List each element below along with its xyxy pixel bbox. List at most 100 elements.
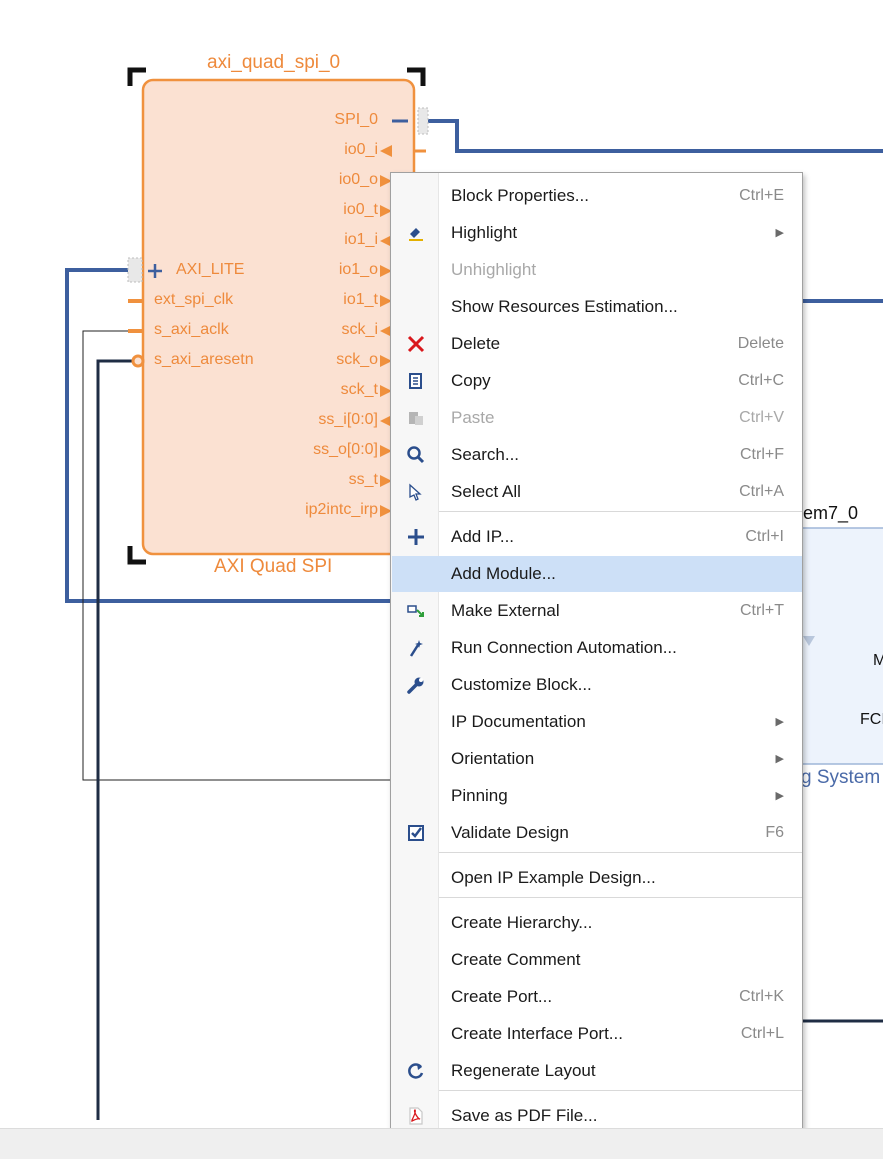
submenu-arrow-icon: ▶	[775, 753, 784, 765]
menu-item-copy[interactable]: Copy Ctrl+C	[392, 363, 802, 399]
context-menu: Block Properties... Ctrl+E Highlight ▶ Unhig…	[390, 172, 803, 1136]
port-io0-i[interactable]: io0_i	[344, 141, 378, 159]
menu-item-shortcut: Ctrl+I	[745, 528, 784, 545]
selection-corner-tl	[127, 67, 146, 86]
menu-item-label: Pinning	[451, 786, 508, 805]
menu-item-label: Delete	[451, 334, 501, 353]
port-axi-lite[interactable]: AXI_LITE	[176, 261, 244, 279]
port-ext-spi-clk[interactable]: ext_spi_clk	[154, 291, 233, 309]
zynq-port-label-2: FCI	[860, 711, 883, 728]
port-s-axi-aclk[interactable]: s_axi_aclk	[154, 321, 229, 339]
port-io0-o[interactable]: io0_o	[339, 171, 378, 189]
menu-separator	[439, 1090, 802, 1091]
menu-item-shortcut: F6	[765, 824, 784, 841]
menu-item-customize-block[interactable]: Customize Block...	[392, 667, 802, 703]
menu-item-create-port[interactable]: Create Port... Ctrl+K	[392, 979, 802, 1015]
menu-item-shortcut: Ctrl+F	[740, 446, 784, 463]
menu-item-label: Customize Block...	[451, 675, 592, 694]
status-bar	[0, 1128, 883, 1159]
menu-item-label: Open IP Example Design...	[451, 868, 656, 887]
menu-item-delete[interactable]: Delete Delete	[392, 326, 802, 362]
submenu-arrow-icon: ▶	[775, 790, 784, 802]
highlight-icon	[406, 223, 426, 243]
menu-item-shortcut: Delete	[737, 335, 784, 352]
menu-item-select-all[interactable]: Select All Ctrl+A	[392, 474, 802, 510]
menu-item-show-resources-estimation[interactable]: Show Resources Estimation...	[392, 289, 802, 325]
menu-item-make-external[interactable]: Make External Ctrl+T	[392, 593, 802, 629]
menu-item-label: Create Port...	[451, 987, 553, 1006]
menu-item-shortcut: Ctrl+T	[740, 602, 784, 619]
menu-item-search[interactable]: Search... Ctrl+F	[392, 437, 802, 473]
menu-item-label: Create Comment	[451, 950, 581, 969]
menu-item-ip-documentation[interactable]: IP Documentation ▶	[392, 704, 802, 740]
menu-item-regenerate-layout[interactable]: Regenerate Layout	[392, 1053, 802, 1089]
menu-item-create-comment[interactable]: Create Comment	[392, 942, 802, 978]
port-ss-t[interactable]: ss_t	[349, 471, 378, 489]
menu-item-label: Add Module...	[451, 564, 556, 583]
axi-lite-connector[interactable]	[127, 257, 143, 283]
spi-0-connector[interactable]	[417, 107, 429, 135]
spi-net-wire[interactable]	[426, 119, 883, 153]
menu-item-unhighlight[interactable]: Unhighlight	[392, 252, 802, 288]
s-axi-aresetn-pin[interactable]	[131, 354, 145, 368]
menu-item-add-module[interactable]: Add Module...	[392, 556, 802, 592]
menu-item-shortcut: Ctrl+C	[738, 372, 784, 389]
menu-item-label: Show Resources Estimation...	[451, 297, 678, 316]
make-external-icon	[406, 601, 426, 621]
menu-item-shortcut: Ctrl+A	[739, 483, 784, 500]
port-io1-t[interactable]: io1_t	[343, 291, 378, 309]
menu-item-label: Create Interface Port...	[451, 1024, 623, 1043]
menu-item-orientation[interactable]: Orientation ▶	[392, 741, 802, 777]
menu-item-paste[interactable]: Paste Ctrl+V	[392, 400, 802, 436]
menu-item-label: IP Documentation	[451, 712, 586, 731]
port-sck-i[interactable]: sck_i	[342, 321, 378, 339]
aresetn-net-wire[interactable]	[96, 359, 134, 1120]
menu-item-label: Validate Design	[451, 823, 569, 842]
port-sck-o[interactable]: sck_o	[336, 351, 378, 369]
port-io1-i[interactable]: io1_i	[344, 231, 378, 249]
menu-item-run-connection-automation[interactable]: Run Connection Automation...	[392, 630, 802, 666]
menu-item-create-interface-port[interactable]: Create Interface Port... Ctrl+L	[392, 1016, 802, 1052]
pdf-icon	[406, 1106, 426, 1126]
port-ss-i-0-0[interactable]: ss_i[0:0]	[318, 411, 378, 429]
plus-icon	[406, 527, 426, 547]
menu-item-shortcut: Ctrl+K	[739, 988, 784, 1005]
menu-item-label: Run Connection Automation...	[451, 638, 677, 657]
menu-item-pinning[interactable]: Pinning ▶	[392, 778, 802, 814]
zynq-type-name: g System	[801, 767, 881, 788]
wrench-icon	[406, 675, 426, 695]
port-io1-o[interactable]: io1_o	[339, 261, 378, 279]
paste-icon	[406, 408, 426, 428]
menu-item-label: Select All	[451, 482, 521, 501]
validate-icon	[406, 823, 426, 843]
menu-item-block-properties[interactable]: Block Properties... Ctrl+E	[392, 178, 802, 214]
port-spi-0[interactable]: SPI_0	[334, 111, 378, 129]
menu-item-label: Block Properties...	[451, 186, 589, 205]
menu-item-label: Create Hierarchy...	[451, 913, 593, 932]
submenu-arrow-icon: ▶	[775, 227, 784, 239]
wand-icon	[406, 638, 426, 658]
copy-icon	[406, 371, 426, 391]
menu-item-highlight[interactable]: Highlight ▶	[392, 215, 802, 251]
menu-item-shortcut: Ctrl+V	[739, 409, 784, 426]
delete-icon	[406, 334, 426, 354]
port-ss-o-0-0[interactable]: ss_o[0:0]	[313, 441, 378, 459]
port-sck-t[interactable]: sck_t	[341, 381, 378, 399]
menu-item-shortcut: Ctrl+E	[739, 187, 784, 204]
port-ip2intc-irp[interactable]: ip2intc_irp	[305, 501, 378, 519]
menu-item-add-ip[interactable]: Add IP... Ctrl+I	[392, 519, 802, 555]
menu-item-label: Search...	[451, 445, 520, 464]
menu-item-label: Orientation	[451, 749, 535, 768]
menu-separator	[439, 852, 802, 853]
menu-item-open-ip-example-design[interactable]: Open IP Example Design...	[392, 860, 802, 896]
port-s-axi-aresetn[interactable]: s_axi_aresetn	[154, 351, 254, 369]
menu-separator	[439, 511, 802, 512]
menu-item-label: Copy	[451, 371, 491, 390]
menu-item-validate-design[interactable]: Validate Design F6	[392, 815, 802, 851]
menu-item-label: Make External	[451, 601, 560, 620]
menu-item-label: Paste	[451, 408, 495, 427]
menu-item-create-hierarchy[interactable]: Create Hierarchy...	[392, 905, 802, 941]
port-io0-t[interactable]: io0_t	[343, 201, 378, 219]
zynq-port-label-1: M	[873, 652, 883, 669]
refresh-icon	[406, 1061, 426, 1081]
